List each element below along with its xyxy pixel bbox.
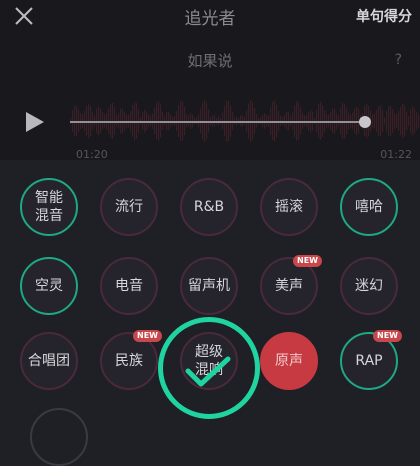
waveform-bar	[398, 111, 400, 131]
waveform-bar	[400, 106, 402, 136]
effect-partial[interactable]	[30, 408, 88, 466]
effect-bel-canto[interactable]: 美声 NEW	[260, 255, 322, 315]
waveform-bar	[396, 113, 398, 129]
effect-rap[interactable]: RAP NEW	[340, 330, 402, 390]
effect-label: 美声	[275, 278, 303, 294]
waveform-bar	[412, 106, 414, 136]
new-badge: NEW	[133, 330, 162, 342]
effect-label: 电音	[115, 278, 143, 294]
help-icon[interactable]: ?	[395, 52, 402, 68]
effect-gramophone[interactable]: 留声机	[180, 257, 238, 315]
effect-rnb[interactable]: R&B	[180, 178, 238, 236]
effect-label: R&B	[193, 199, 225, 215]
effect-folk[interactable]: 民族 NEW	[100, 330, 162, 390]
progress-track[interactable]	[70, 121, 368, 123]
waveform-bar	[382, 109, 384, 133]
effect-label: 民族	[115, 353, 143, 369]
effect-rock[interactable]: 摇滚	[260, 178, 318, 236]
waveform-bar	[402, 103, 404, 139]
effect-label: 留声机	[188, 278, 230, 294]
new-badge: NEW	[293, 255, 322, 267]
waveform-bar	[408, 116, 410, 126]
waveform-bar	[414, 108, 416, 134]
play-icon[interactable]	[24, 110, 46, 134]
waveform-bar	[374, 113, 376, 129]
waveform-bar	[418, 114, 420, 128]
effect-smart-mix[interactable]: 智能混音	[20, 178, 78, 236]
score-button[interactable]: 单句得分	[356, 6, 412, 26]
waveform-bar	[390, 105, 392, 137]
player-header: 追光者 单句得分 如果说 ? 01:20 01:22	[0, 0, 420, 161]
lyric-line: 如果说	[187, 52, 233, 70]
new-badge: NEW	[373, 330, 402, 342]
effect-label: RAP	[355, 353, 383, 369]
effect-label: 合唱团	[28, 353, 70, 369]
effect-label: 嘻哈	[355, 199, 383, 215]
effect-choir[interactable]: 合唱团	[20, 332, 78, 390]
waveform-bar	[410, 109, 412, 133]
effect-label: 原声	[275, 353, 303, 369]
effect-hiphop[interactable]: 嘻哈	[340, 178, 398, 236]
waveform-bar	[404, 105, 406, 137]
effect-label: 空灵	[35, 278, 63, 294]
effect-psychedelic[interactable]: 迷幻	[340, 257, 398, 315]
waveform-bar	[378, 106, 380, 136]
waveform-bar	[384, 117, 386, 125]
waveform-bar	[394, 112, 396, 130]
waveform-bar	[392, 109, 394, 133]
checkmark-icon	[183, 355, 233, 389]
effect-label: 智能混音	[35, 190, 63, 224]
waveform-bar	[372, 113, 374, 129]
effect-original[interactable]: 原声	[260, 332, 318, 390]
effect-electronic[interactable]: 电音	[100, 257, 158, 315]
effect-label: 流行	[115, 199, 143, 215]
waveform-bar	[406, 111, 408, 131]
waveform-bar	[416, 112, 418, 130]
effect-pop[interactable]: 流行	[100, 178, 158, 236]
waveform-bar	[386, 110, 388, 132]
effect-label: 迷幻	[355, 278, 383, 294]
waveform-bar	[388, 105, 390, 137]
effect-label: 摇滚	[275, 199, 303, 215]
effect-ethereal[interactable]: 空灵	[20, 257, 78, 315]
progress-knob[interactable]	[359, 116, 372, 128]
waveform-bar	[376, 109, 378, 133]
waveform-bar	[380, 105, 382, 137]
